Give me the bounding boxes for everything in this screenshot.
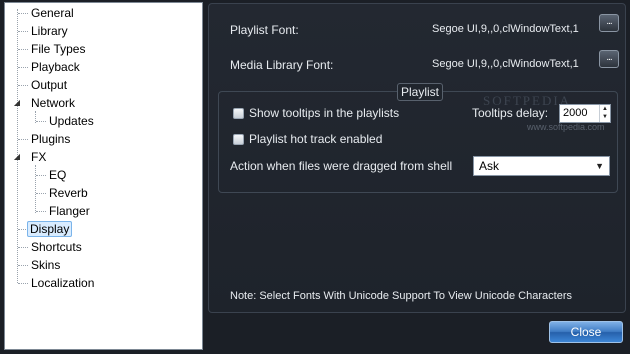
collapse-arrow-icon[interactable]: ◢ [13,153,21,161]
playlist-font-label: Playlist Font: [230,23,299,37]
tree-item-eq[interactable]: EQ [47,167,68,183]
tree-item-label: EQ [49,168,67,182]
tree-item-output[interactable]: Output [29,77,69,93]
tree-item-flanger[interactable]: Flanger [47,203,92,219]
drag-action-label: Action when files were dragged from shel… [230,159,453,173]
playlist-font-value: Segoe UI,9,,0,clWindowText,1 [432,23,579,35]
tree-branch [18,265,28,266]
tree-item-label: Skins [31,258,61,272]
show-tooltips-label: Show tooltips in the playlists [249,106,400,120]
tree-item-label: Network [31,96,76,110]
hot-track-label: Playlist hot track enabled [249,132,383,146]
spin-up-icon[interactable]: ▲ [600,105,610,113]
tree-item-library[interactable]: Library [29,23,70,39]
drag-action-value: Ask [479,159,500,173]
tree-branch [18,283,28,284]
hot-track-checkbox[interactable] [233,134,244,145]
tree-item-file-types[interactable]: File Types [29,41,87,57]
tree-item-label: Flanger [49,204,90,218]
tree-item-fx[interactable]: FX [29,149,48,165]
playlist-font-browse-button[interactable]: ... [599,14,619,32]
tree-guide-line [35,165,36,213]
tree-item-label: Display [27,221,73,237]
tree-branch [36,121,46,122]
tree-item-display[interactable]: Display [27,221,73,237]
show-tooltips-checkbox[interactable] [233,108,244,119]
softpedia-url-watermark: www.softpedia.com [527,122,605,132]
collapse-arrow-icon[interactable]: ◢ [13,99,21,107]
tree-item-label: Shortcuts [31,240,82,254]
media-library-font-value: Segoe UI,9,,0,clWindowText,1 [432,58,579,70]
tree-branch [18,139,28,140]
playlist-group-title: Playlist [397,83,444,101]
tree-branch [18,31,28,32]
tree-item-label: FX [31,150,47,164]
tree-item-shortcuts[interactable]: Shortcuts [29,239,84,255]
tree-item-general[interactable]: General [29,5,76,21]
tree-item-label: Playback [31,60,80,74]
tree-item-label: Updates [49,114,94,128]
drag-action-select[interactable]: Ask ▼ [473,156,610,176]
tree-guide-line [17,9,18,283]
tree-branch [18,49,28,50]
tree-branch [36,193,46,194]
tree-item-label: General [31,6,74,20]
tree-branch [18,67,28,68]
tree-item-updates[interactable]: Updates [47,113,96,129]
tree-item-label: Library [31,24,68,38]
tree-item-playback[interactable]: Playback [29,59,82,75]
tree-item-plugins[interactable]: Plugins [29,131,72,147]
tree-item-label: Localization [31,276,95,290]
tree-item-label: Reverb [49,186,88,200]
tree-branch [18,85,28,86]
tooltips-delay-value: 2000 [563,107,588,119]
dropdown-arrow-icon: ▼ [595,161,604,171]
spinner-arrows[interactable]: ▲ ▼ [599,105,610,122]
tree-branch [18,13,28,14]
tooltips-delay-spinner[interactable]: 2000 ▲ ▼ [559,104,611,123]
tree-item-label: Output [31,78,68,92]
close-button[interactable]: Close [549,321,623,343]
spin-down-icon[interactable]: ▼ [600,113,610,121]
media-library-font-browse-button[interactable]: ... [599,50,619,68]
unicode-note: Note: Select Fonts With Unicode Support … [230,290,572,302]
media-library-font-label: Media Library Font: [230,58,334,72]
tree-branch [36,211,46,212]
tree-item-label: File Types [31,42,86,56]
tree-item-localization[interactable]: Localization [29,275,96,291]
tree-item-network[interactable]: Network [29,95,77,111]
tooltips-delay-label: Tooltips delay: [472,106,549,120]
tree-item-skins[interactable]: Skins [29,257,62,273]
tree-item-reverb[interactable]: Reverb [47,185,90,201]
settings-tree[interactable]: General Library File Types Playback Outp… [4,2,203,350]
tree-branch [18,247,28,248]
tree-branch [36,175,46,176]
tree-item-label: Plugins [31,132,71,146]
